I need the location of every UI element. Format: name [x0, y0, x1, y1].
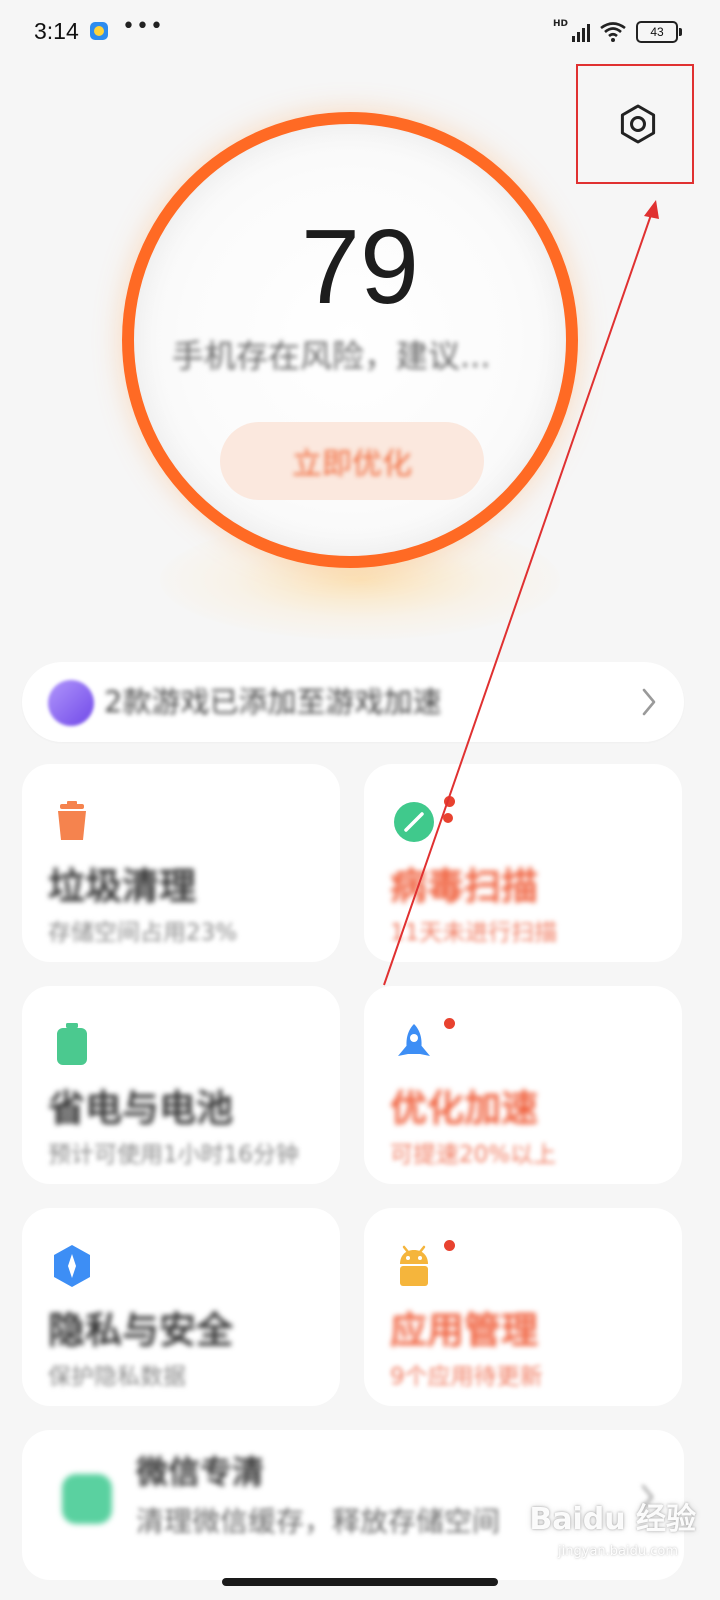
baidu-watermark-url: jingyan.baidu.com — [558, 1544, 678, 1559]
notification-dot — [444, 796, 455, 807]
card-subtitle: 11天未进行扫描 — [390, 920, 558, 946]
card-speed-boost[interactable]: 优化加速 可提速20%以上 — [364, 986, 682, 1184]
android-icon — [400, 1245, 428, 1286]
status-indicators: HD 43 — [552, 18, 682, 46]
card-title: 隐私与安全 — [48, 1309, 233, 1352]
game-boost-banner[interactable]: 2款游戏已添加至游戏加速 — [22, 662, 684, 742]
card-title: 优化加速 — [390, 1087, 538, 1130]
card-app-management[interactable]: 应用管理 9个应用待更新 — [364, 1208, 682, 1406]
battery-icon — [57, 1023, 87, 1065]
card-privacy-security[interactable]: 隐私与安全 保护隐私数据 — [22, 1208, 340, 1406]
status-bar: 3:14 ••• HD 43 — [0, 0, 720, 64]
card-subtitle: 可提速20%以上 — [390, 1142, 557, 1168]
score-message: 手机存在风险，建议... — [172, 337, 491, 375]
bottom-card-subtitle: 清理微信缓存，释放存储空间 — [136, 1505, 501, 1538]
chevron-right-icon — [642, 688, 656, 716]
shield-icon — [54, 1245, 90, 1287]
notification-dot — [444, 1018, 455, 1029]
card-title: 应用管理 — [390, 1309, 538, 1352]
trash-icon — [58, 801, 86, 840]
card-virus-scan[interactable]: 病毒扫描 11天未进行扫描 — [364, 764, 682, 962]
card-subtitle: 保护隐私数据 — [48, 1364, 186, 1390]
card-title: 省电与电池 — [48, 1087, 233, 1130]
optimize-button[interactable]: 立即优化 — [220, 422, 484, 500]
wifi-icon — [600, 22, 626, 42]
banner-text: 2款游戏已添加至游戏加速 — [104, 685, 442, 719]
card-battery[interactable]: 省电与电池 预计可使用1小时16分钟 — [22, 986, 340, 1184]
rocket-icon — [398, 1024, 430, 1056]
hd-label: HD — [552, 19, 568, 29]
scan-icon — [394, 802, 434, 842]
bottom-card-title: 微信专清 — [136, 1453, 265, 1491]
score-value: 79 — [301, 208, 419, 326]
home-indicator[interactable] — [222, 1578, 498, 1586]
optimize-button-label: 立即优化 — [292, 447, 412, 482]
signal-icon — [572, 22, 590, 42]
game-icon — [48, 680, 94, 726]
card-title: 垃圾清理 — [48, 865, 196, 908]
settings-icon[interactable] — [614, 100, 662, 148]
card-title: 病毒扫描 — [390, 865, 538, 908]
card-junk-cleanup[interactable]: 垃圾清理 存储空间占用23% — [22, 764, 340, 962]
baidu-watermark: Baidu 经验 — [529, 1502, 696, 1537]
app-notification-icon — [90, 22, 108, 40]
notification-dot — [444, 1240, 455, 1251]
battery-icon: 43 — [636, 21, 682, 43]
status-time: 3:14 — [34, 18, 79, 44]
card-subtitle: 9个应用待更新 — [390, 1364, 543, 1390]
card-subtitle: 存储空间占用23% — [48, 920, 238, 946]
card-subtitle: 预计可使用1小时16分钟 — [48, 1142, 299, 1168]
wechat-icon — [62, 1474, 112, 1524]
more-notifications-icon: ••• — [122, 14, 164, 39]
